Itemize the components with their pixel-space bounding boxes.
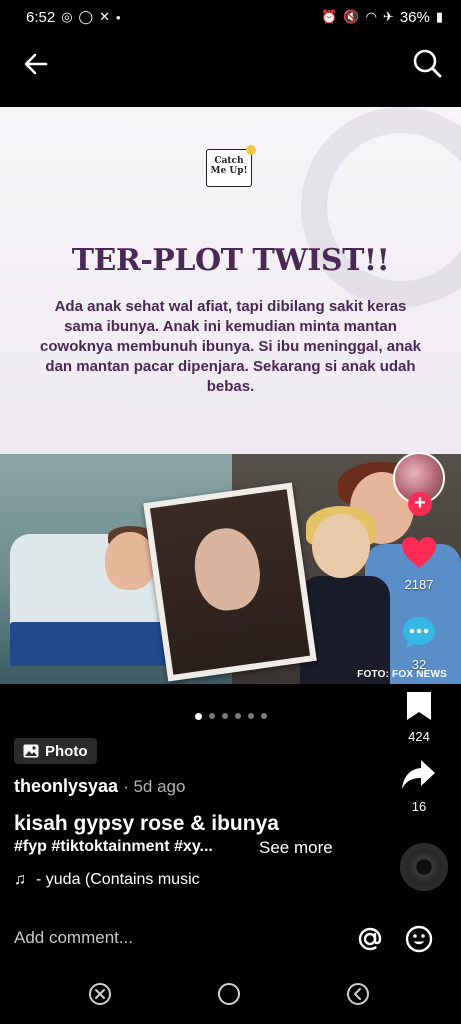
top-nav (0, 34, 461, 94)
system-navigation-bar (0, 970, 461, 1024)
bookmark-count: 424 (408, 729, 430, 744)
author-username[interactable]: theonlysyaa (14, 776, 118, 796)
carousel-dot[interactable] (194, 713, 202, 720)
share-arrow-icon (402, 760, 435, 789)
carousel-dot[interactable] (260, 713, 267, 719)
carousel-dot[interactable] (221, 713, 228, 719)
photo-mode-badge: Photo (14, 738, 97, 764)
photo-badge-label: Photo (45, 742, 88, 760)
post-headline: TER-PLOT TWIST!! (71, 243, 390, 278)
see-more-link[interactable]: See more (259, 838, 333, 858)
alarm-icon: ⏰ (321, 9, 338, 24)
author-line: theonlysyaa · 5d ago (14, 776, 185, 797)
daughter-face (312, 514, 370, 578)
home-icon[interactable] (217, 982, 241, 1006)
emoji-icon[interactable] (404, 924, 434, 954)
post-photo-collage[interactable]: FOTO: FOX NEWS (0, 454, 461, 684)
carousel-dot[interactable] (234, 713, 241, 719)
comment-count: 32 (411, 657, 427, 672)
comment-bubble-icon (403, 617, 435, 648)
status-time: 6:52 (26, 8, 56, 26)
music-track[interactable]: ♫ - yuda (Contains music (14, 871, 200, 889)
caption-hashtags[interactable]: #fyp #tiktoktainment #xy... (14, 838, 213, 856)
share-button[interactable]: 16 (393, 758, 445, 814)
app-notification-icon: ✕ (99, 9, 111, 24)
comment-button[interactable]: 32 (393, 614, 445, 672)
whatsapp-icon: ◯ (78, 9, 94, 24)
portrait-inner (149, 489, 311, 675)
recents-close-icon[interactable] (88, 982, 112, 1006)
battery-level: 36% (399, 8, 430, 26)
like-button[interactable]: 2187 (393, 536, 445, 592)
share-count: 16 (411, 799, 427, 814)
catch-me-up-logo: Catch Me Up! (206, 145, 256, 187)
post-body-text: Ada anak sehat wal afiat, tapi dibilang … (40, 298, 421, 395)
carousel-indicator (0, 713, 461, 720)
logo-dot (246, 145, 256, 155)
status-left: 6:52 ◎ ◯ ✕ • (26, 9, 121, 26)
airplane-icon: ✈ (382, 9, 394, 24)
wifi-icon: ◠ (365, 9, 377, 24)
mute-icon: 🔇 (343, 9, 360, 24)
heart-icon (402, 537, 436, 568)
battery-icon: ▮ (435, 9, 443, 24)
music-note-icon: ♫ (14, 871, 26, 888)
post-image-card[interactable]: Catch Me Up! TER-PLOT TWIST!! Ada anak s… (0, 107, 461, 454)
comment-input[interactable]: Add comment... (14, 928, 133, 948)
search-icon[interactable] (411, 47, 443, 79)
music-title: - yuda (Contains music (36, 871, 200, 888)
back-arrow-icon[interactable] (20, 48, 52, 80)
carousel-dot[interactable] (247, 713, 254, 719)
status-right: ⏰ 🔇 ◠ ✈ 36% ▮ (321, 9, 443, 26)
logo-text: Catch Me Up! (210, 156, 248, 176)
status-bar: 6:52 ◎ ◯ ✕ • ⏰ 🔇 ◠ ✈ 36% ▮ (0, 0, 461, 34)
follow-button[interactable]: + (408, 492, 432, 516)
like-count: 2187 (404, 577, 434, 592)
mention-at-icon[interactable] (356, 925, 384, 953)
back-icon[interactable] (346, 982, 370, 1006)
daughter-figure (300, 576, 390, 684)
post-time: · 5d ago (123, 777, 186, 796)
music-disc-icon[interactable] (400, 843, 448, 891)
instagram-icon: ◎ (61, 9, 73, 24)
comment-bar: Add comment... (0, 918, 461, 962)
image-icon (23, 744, 39, 758)
portrait-photo (143, 482, 317, 682)
more-notifications-dot-icon: • (116, 9, 121, 25)
portrait-face (189, 524, 265, 615)
carousel-dot[interactable] (208, 713, 215, 719)
meal-tray (10, 622, 175, 666)
caption-title: kisah gypsy rose & ibunya (14, 812, 279, 835)
